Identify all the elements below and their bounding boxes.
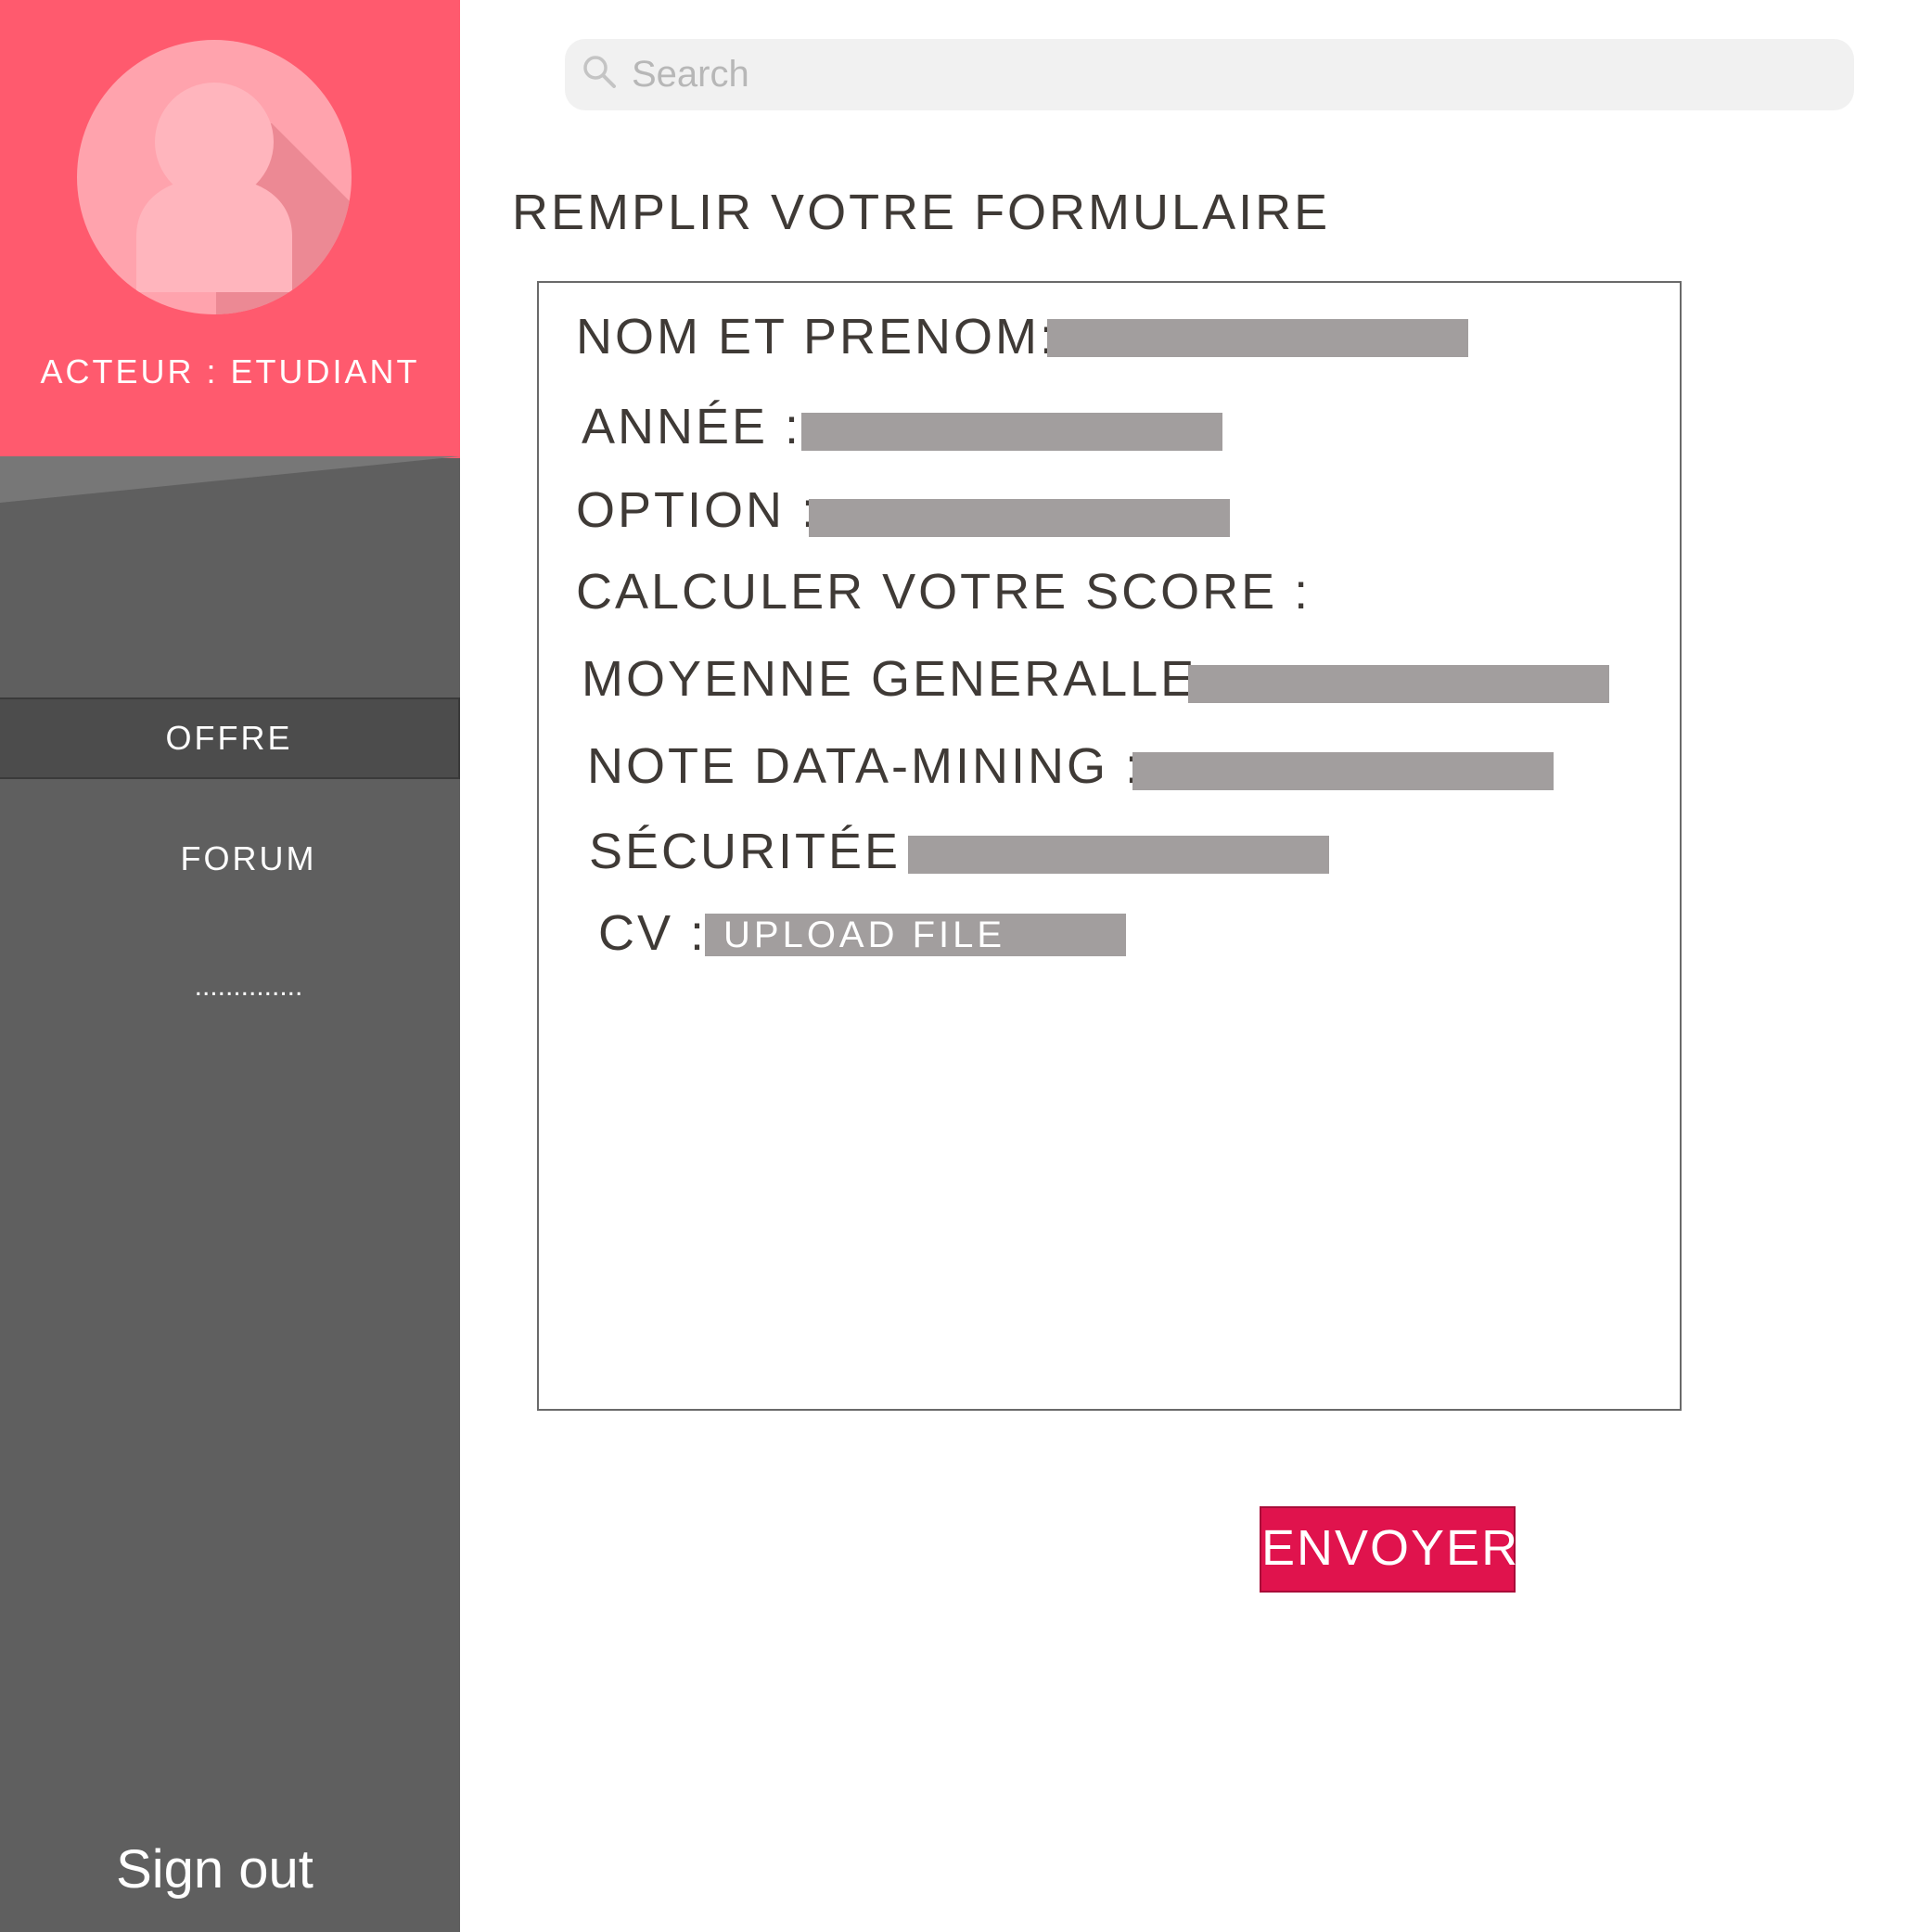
form-panel: NOM ET PRENOM: ANNÉE : OPTION : CALCULER… xyxy=(537,281,1682,1411)
upload-file-button[interactable]: UPLOAD FILE xyxy=(705,914,1126,956)
header-divider xyxy=(0,456,460,503)
actor-label: ACTEUR : ETUDIANT xyxy=(40,352,420,390)
option-field[interactable] xyxy=(809,499,1230,537)
search-icon xyxy=(583,56,616,88)
envoyer-button[interactable]: ENVOYER xyxy=(1260,1506,1517,1593)
sign-out-link[interactable]: Sign out xyxy=(0,1838,429,1900)
profile-header: ACTEUR : ETUDIANT xyxy=(0,0,460,458)
nav-item-forum[interactable]: FORUM xyxy=(19,833,479,885)
annee-field[interactable] xyxy=(801,413,1222,451)
nom-prenom-field[interactable] xyxy=(1047,319,1468,357)
label-annee: ANNÉE : xyxy=(582,399,802,454)
search-input[interactable] xyxy=(632,46,1828,102)
label-cv: CV : xyxy=(598,905,708,961)
label-moyenne-generalle: MOYENNE GENERALLE : xyxy=(582,651,1231,707)
label-nom-prenom: NOM ET PRENOM: xyxy=(576,309,1057,365)
nav-item-more[interactable]: .............. xyxy=(19,961,479,1013)
label-note-data-mining: NOTE DATA-MINING : xyxy=(587,738,1142,794)
label-securitee: SÉCURITÉE : xyxy=(589,824,935,879)
label-option: OPTION : xyxy=(576,482,819,538)
user-silhouette-icon xyxy=(136,83,352,314)
moyenne-generalle-field[interactable] xyxy=(1188,665,1609,703)
avatar xyxy=(77,40,352,314)
note-data-mining-field[interactable] xyxy=(1132,752,1554,790)
label-calculer-score: CALCULER VOTRE SCORE : xyxy=(576,564,1311,620)
sidebar: ACTEUR : ETUDIANT OFFRE FORUM ..........… xyxy=(0,0,460,1932)
nav-item-offre[interactable]: OFFRE xyxy=(0,697,460,779)
securitee-field[interactable] xyxy=(908,836,1329,874)
page-title: REMPLIR VOTRE FORMULAIRE xyxy=(512,185,1331,240)
search-bar[interactable] xyxy=(565,39,1854,110)
